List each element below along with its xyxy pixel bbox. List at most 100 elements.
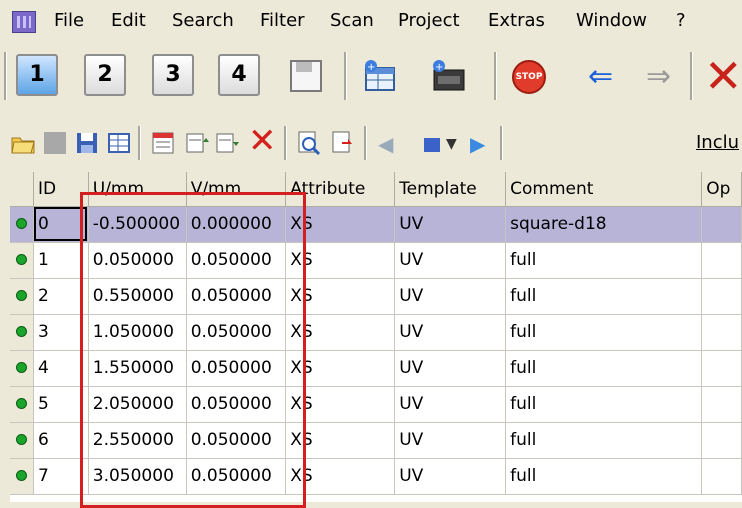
table-view-icon[interactable] (106, 130, 132, 156)
cell-comment[interactable]: full (505, 242, 703, 279)
open-folder-icon[interactable] (10, 130, 36, 156)
layer-1-button[interactable]: 1 (16, 54, 58, 96)
cell-id[interactable]: 4 (33, 350, 89, 387)
preview-icon[interactable] (296, 130, 322, 156)
back-arrow-icon[interactable]: ⇐ (588, 62, 613, 92)
save-layer-icon[interactable] (284, 54, 326, 96)
cell-template[interactable]: UV (394, 350, 507, 387)
cell-v[interactable]: 0.050000 (186, 386, 287, 423)
table-row[interactable]: 0 -0.500000 0.000000 XS UV square-d18 (10, 206, 742, 243)
table-row[interactable]: 3 1.050000 0.050000 XS UV full (10, 314, 742, 351)
cell-v[interactable]: 0.000000 (186, 206, 287, 243)
cell-attribute[interactable]: XS (285, 458, 396, 495)
new-scan-icon[interactable]: + (430, 58, 466, 92)
stop-square-icon[interactable] (44, 132, 66, 154)
column-header-v[interactable]: V/mm (186, 172, 287, 207)
cell-v[interactable]: 0.050000 (186, 242, 287, 279)
cell-template[interactable]: UV (394, 386, 507, 423)
cell-comment[interactable]: full (505, 458, 703, 495)
cell-template[interactable]: UV (394, 278, 507, 315)
include-button[interactable]: Inclu (696, 132, 739, 153)
cell-comment[interactable]: full (505, 278, 703, 315)
layer-2-button[interactable]: 2 (84, 54, 126, 96)
table-row[interactable]: 2 0.550000 0.050000 XS UV full (10, 278, 742, 315)
cell-id[interactable]: 0 (33, 206, 89, 243)
cell-template[interactable]: UV (394, 206, 507, 243)
dropdown-arrow-icon[interactable]: ▼ (446, 136, 457, 152)
cell-op[interactable] (701, 350, 742, 387)
save-icon[interactable] (74, 130, 100, 156)
cell-comment[interactable]: full (505, 422, 703, 459)
cell-u[interactable]: -0.500000 (88, 206, 187, 243)
table-row[interactable]: 1 0.050000 0.050000 XS UV full (10, 242, 742, 279)
cell-id[interactable]: 5 (33, 386, 89, 423)
column-header-id[interactable]: ID (33, 172, 89, 207)
cell-template[interactable]: UV (394, 242, 507, 279)
cell-v[interactable]: 0.050000 (186, 458, 287, 495)
cell-id[interactable]: 7 (33, 458, 89, 495)
cell-op[interactable] (701, 458, 742, 495)
cell-attribute[interactable]: XS (285, 278, 396, 315)
cell-u[interactable]: 0.550000 (88, 278, 187, 315)
append-column-icon[interactable] (214, 130, 240, 156)
menu-file[interactable]: File (54, 10, 84, 31)
menu-extras[interactable]: Extras (488, 10, 545, 31)
cell-u[interactable]: 2.050000 (88, 386, 187, 423)
table-row[interactable]: 7 3.050000 0.050000 XS UV full (10, 458, 742, 495)
menu-filter[interactable]: Filter (260, 10, 305, 31)
cell-op[interactable] (701, 386, 742, 423)
column-header-template[interactable]: Template (394, 172, 507, 207)
layer-4-button[interactable]: 4 (218, 54, 260, 96)
column-header-u[interactable]: U/mm (88, 172, 187, 207)
cell-id[interactable]: 1 (33, 242, 89, 279)
save-small-icon[interactable] (424, 138, 440, 152)
cell-u[interactable]: 3.050000 (88, 458, 187, 495)
cell-comment[interactable]: square-d18 (505, 206, 703, 243)
menu-project[interactable]: Project (398, 10, 460, 31)
cell-attribute[interactable]: XS (285, 242, 396, 279)
menu-edit[interactable]: Edit (111, 10, 146, 31)
cell-comment[interactable]: full (505, 350, 703, 387)
cell-v[interactable]: 0.050000 (186, 350, 287, 387)
next-icon[interactable]: ▶ (470, 132, 485, 156)
column-header-attribute[interactable]: Attribute (285, 172, 396, 207)
delete-icon[interactable]: ✕ (248, 124, 277, 158)
cell-template[interactable]: UV (394, 314, 507, 351)
cell-op[interactable] (701, 242, 742, 279)
cell-op[interactable] (701, 278, 742, 315)
cell-op[interactable] (701, 422, 742, 459)
cell-attribute[interactable]: XS (285, 422, 396, 459)
table-row[interactable]: 4 1.550000 0.050000 XS UV full (10, 350, 742, 387)
cell-attribute[interactable]: XS (285, 386, 396, 423)
cell-op[interactable] (701, 206, 742, 243)
stop-icon[interactable]: STOP (512, 60, 546, 94)
cell-u[interactable]: 0.050000 (88, 242, 187, 279)
table-row[interactable]: 6 2.550000 0.050000 XS UV full (10, 422, 742, 459)
layer-3-button[interactable]: 3 (152, 54, 194, 96)
cell-u[interactable]: 1.550000 (88, 350, 187, 387)
new-table-icon[interactable]: + (362, 58, 398, 92)
cell-template[interactable]: UV (394, 458, 507, 495)
cell-v[interactable]: 0.050000 (186, 278, 287, 315)
table-row[interactable]: 5 2.050000 0.050000 XS UV full (10, 386, 742, 423)
cell-id[interactable]: 2 (33, 278, 89, 315)
cell-attribute[interactable]: XS (285, 314, 396, 351)
cell-id[interactable]: 6 (33, 422, 89, 459)
prev-icon[interactable]: ◀ (378, 132, 393, 156)
cell-attribute[interactable]: XS (285, 206, 396, 243)
cell-u[interactable]: 2.550000 (88, 422, 187, 459)
cell-comment[interactable]: full (505, 314, 703, 351)
menu-help[interactable]: ? (676, 10, 686, 31)
column-header-op[interactable]: Op (701, 172, 742, 207)
cell-attribute[interactable]: XS (285, 350, 396, 387)
forward-arrow-icon[interactable]: ⇒ (646, 62, 671, 92)
cell-id[interactable]: 3 (33, 314, 89, 351)
column-header-comment[interactable]: Comment (505, 172, 703, 207)
cell-v[interactable]: 0.050000 (186, 314, 287, 351)
cell-u[interactable]: 1.050000 (88, 314, 187, 351)
cell-v[interactable]: 0.050000 (186, 422, 287, 459)
cell-op[interactable] (701, 314, 742, 351)
append-row-icon[interactable] (184, 130, 210, 156)
menu-scan[interactable]: Scan (330, 10, 374, 31)
menu-search[interactable]: Search (172, 10, 234, 31)
